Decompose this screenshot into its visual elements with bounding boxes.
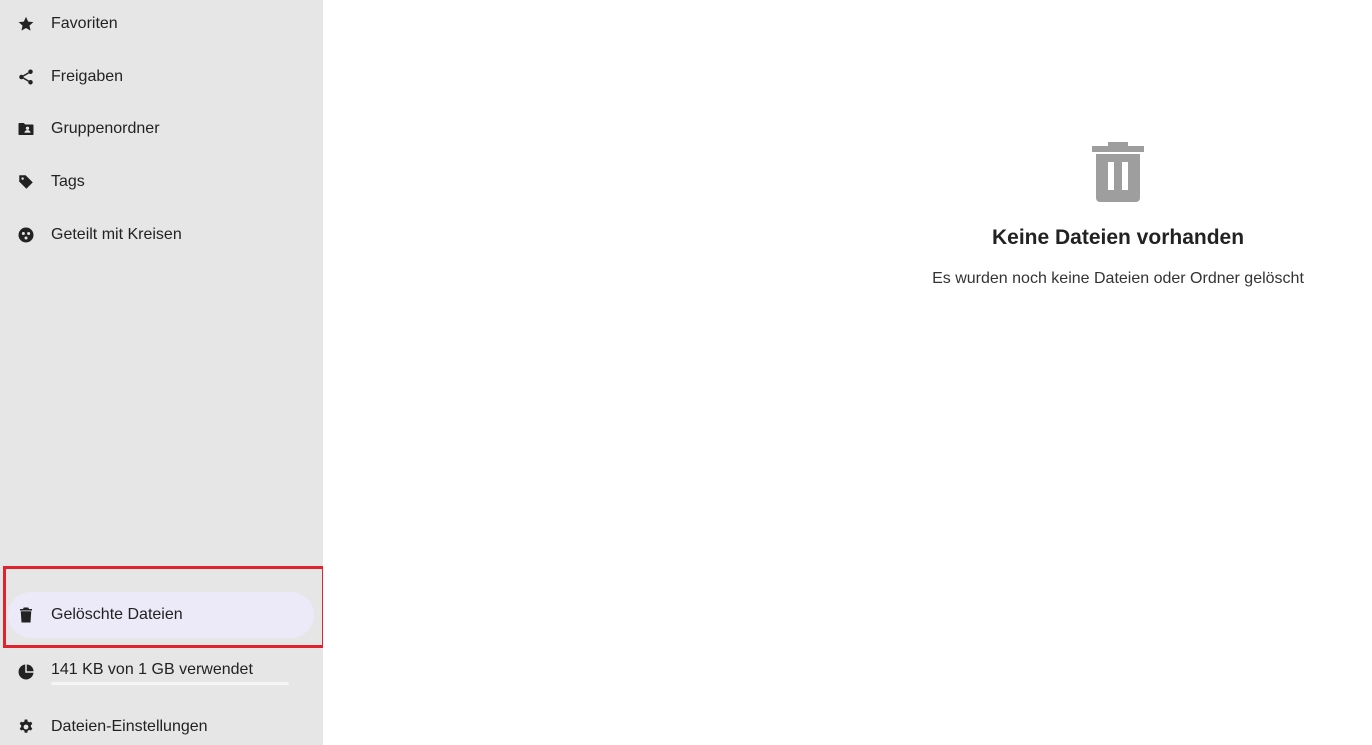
tag-icon bbox=[17, 173, 35, 191]
star-icon bbox=[17, 15, 35, 33]
files-app: Favoriten Freigaben Gruppenordner Tags G bbox=[0, 0, 1372, 745]
circles-icon bbox=[17, 226, 35, 244]
share-icon bbox=[17, 68, 35, 86]
empty-state-description: Es wurden noch keine Dateien oder Ordner… bbox=[932, 270, 1304, 287]
quota-label: 141 KB von 1 GB verwendet bbox=[51, 661, 253, 678]
sidebar-item-group-folders[interactable]: Gruppenordner bbox=[8, 106, 314, 152]
sidebar-item-tags[interactable]: Tags bbox=[8, 159, 314, 205]
sidebar-item-label: Tags bbox=[51, 173, 85, 190]
group-folder-icon bbox=[17, 120, 35, 138]
empty-state: Keine Dateien vorhanden Es wurden noch k… bbox=[883, 140, 1353, 288]
trash-icon bbox=[17, 606, 35, 624]
main-content: Keine Dateien vorhanden Es wurden noch k… bbox=[323, 0, 1372, 745]
sidebar-item-label: Favoriten bbox=[51, 15, 118, 32]
quota-progress-bar bbox=[51, 682, 289, 685]
sidebar-item-label: Gelöschte Dateien bbox=[51, 606, 183, 623]
sidebar-item-label: Dateien-Einstellungen bbox=[51, 718, 208, 735]
sidebar-item-favorites[interactable]: Favoriten bbox=[8, 1, 314, 47]
empty-state-title: Keine Dateien vorhanden bbox=[991, 226, 1245, 249]
sidebar-item-deleted-files[interactable]: Gelöschte Dateien bbox=[8, 592, 314, 638]
sidebar-item-label: Geteilt mit Kreisen bbox=[51, 226, 182, 243]
pie-chart-icon bbox=[17, 663, 35, 681]
gear-icon bbox=[17, 718, 35, 736]
sidebar: Favoriten Freigaben Gruppenordner Tags G bbox=[0, 0, 325, 745]
trash-icon bbox=[1092, 142, 1144, 202]
sidebar-item-shares[interactable]: Freigaben bbox=[8, 54, 314, 100]
sidebar-item-label: Freigaben bbox=[51, 68, 124, 85]
sidebar-item-settings[interactable]: Dateien-Einstellungen bbox=[8, 704, 314, 745]
storage-quota[interactable]: 141 KB von 1 GB verwendet bbox=[8, 652, 314, 696]
sidebar-item-circles[interactable]: Geteilt mit Kreisen bbox=[8, 212, 314, 258]
sidebar-item-label: Gruppenordner bbox=[51, 120, 160, 137]
